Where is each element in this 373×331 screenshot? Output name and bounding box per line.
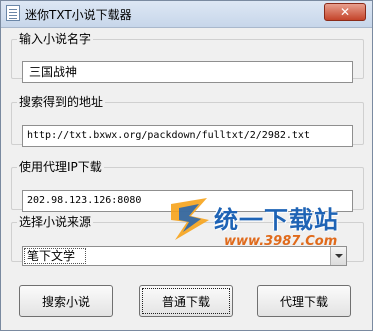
app-document-icon	[6, 5, 20, 21]
search-url-group: 搜索得到的地址 http://txt.bxwx.org/packdown/ful…	[11, 95, 364, 147]
watermark-url-text: www.3987.Com	[224, 234, 338, 249]
normal-download-button[interactable]: 普通下载	[139, 285, 233, 317]
search-url-input[interactable]: http://txt.bxwx.org/packdown/fulltxt/2/2…	[22, 125, 353, 147]
novel-name-input[interactable]: 三国战神	[22, 61, 353, 83]
source-label: 选择小说来源	[19, 215, 92, 229]
watermark-brand-text: 统一下载站	[214, 206, 339, 234]
novel-name-group: 输入小说名字 三国战神	[11, 32, 364, 83]
watermark-logo: 统一下载站 www.3987.Com	[169, 194, 359, 254]
novel-name-label: 输入小说名字	[19, 32, 92, 46]
source-selected-value: 笔下文学	[24, 248, 86, 264]
proxy-label: 使用代理IP下载	[19, 160, 102, 174]
window-title: 迷你TXT小说下载器	[25, 8, 132, 22]
proxy-download-button[interactable]: 代理下载	[257, 285, 351, 317]
close-button[interactable]: ✕	[324, 3, 366, 21]
search-novel-button[interactable]: 搜索小说	[19, 285, 113, 317]
title-bar[interactable]: 迷你TXT小说下载器 ✕	[1, 1, 372, 28]
app-window: 迷你TXT小说下载器 ✕ 输入小说名字 三国战神 搜索得到的地址 http://…	[0, 0, 373, 331]
swoosh-icon	[171, 198, 209, 240]
search-url-label: 搜索得到的地址	[19, 95, 104, 109]
